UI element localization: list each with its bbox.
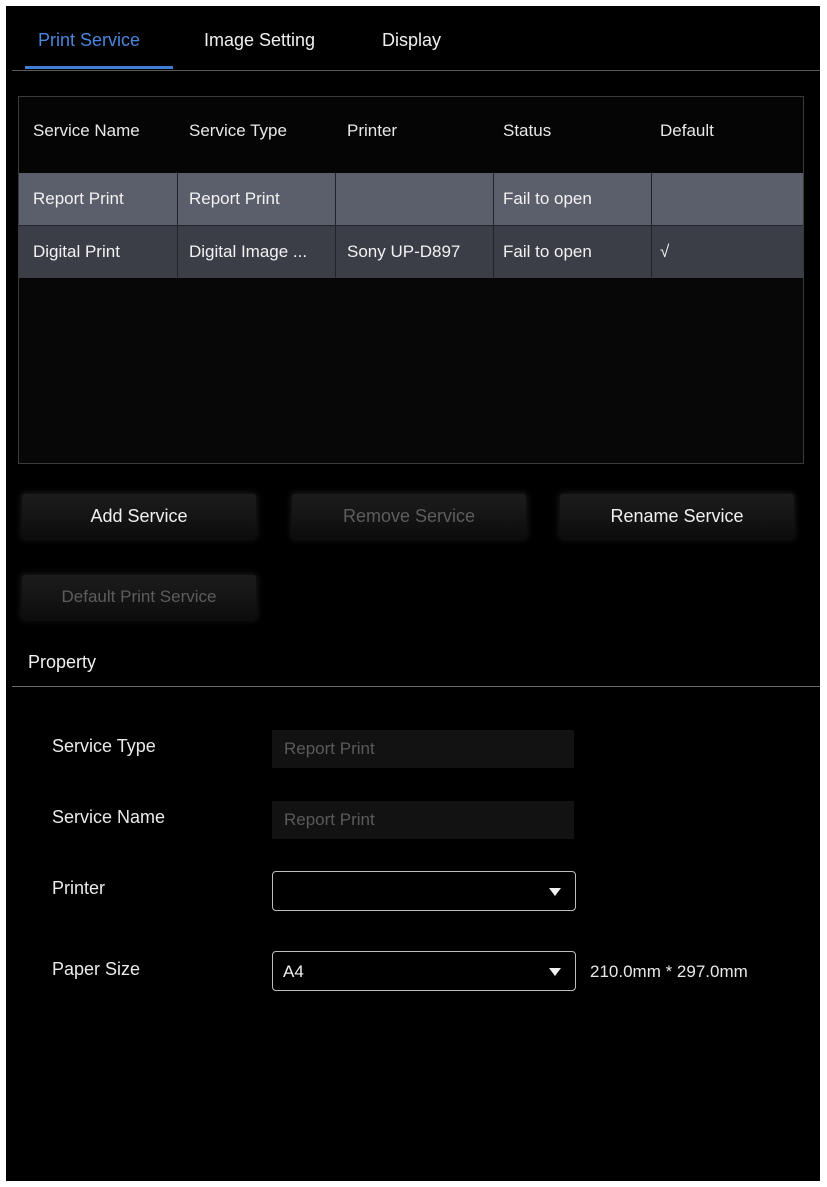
service-table: Service Name Service Type Printer Status… — [18, 96, 804, 464]
check-icon: √ — [660, 242, 670, 261]
cell-printer — [347, 173, 497, 225]
table-header: Service Name Service Type Printer Status… — [19, 97, 803, 173]
column-divider — [177, 226, 178, 278]
rename-service-button[interactable]: Rename Service — [560, 494, 794, 538]
column-header-service-type[interactable]: Service Type — [189, 121, 287, 141]
remove-service-button[interactable]: Remove Service — [292, 494, 526, 538]
printer-label: Printer — [52, 878, 106, 898]
cell-service-name: Report Print — [33, 189, 124, 208]
paper-size-select[interactable]: A4 — [272, 951, 576, 991]
paper-dimensions-text: 210.0mm * 297.0mm — [590, 962, 748, 981]
column-header-service-name[interactable]: Service Name — [33, 121, 140, 141]
chevron-down-icon — [549, 888, 561, 896]
printer-select[interactable] — [272, 871, 576, 911]
service-name-field: Report Print — [272, 801, 574, 839]
column-divider — [493, 226, 494, 278]
column-divider — [493, 173, 494, 225]
tab-print-service[interactable]: Print Service — [38, 28, 140, 52]
service-name-label: Service Name — [52, 807, 166, 827]
property-section-title: Property — [28, 652, 97, 672]
column-divider — [335, 173, 336, 225]
section-divider — [12, 686, 820, 687]
cell-status: Fail to open — [503, 189, 592, 208]
service-type-label: Service Type — [52, 736, 156, 756]
add-service-button[interactable]: Add Service — [22, 494, 256, 538]
table-row[interactable]: Digital Print Digital Image ... Sony UP-… — [19, 226, 803, 278]
chevron-down-icon — [549, 968, 561, 976]
column-divider — [651, 173, 652, 225]
active-tab-indicator — [25, 66, 173, 69]
paper-size-label: Paper Size — [52, 959, 141, 979]
column-divider — [651, 226, 652, 278]
cell-service-name: Digital Print — [33, 242, 120, 261]
tab-image-setting[interactable]: Image Setting — [204, 28, 315, 52]
cell-status: Fail to open — [503, 242, 592, 261]
service-type-field: Report Print — [272, 730, 574, 768]
column-divider — [335, 226, 336, 278]
column-header-status[interactable]: Status — [503, 121, 551, 141]
table-row[interactable]: Report Print Report Print Fail to open — [19, 173, 803, 225]
default-print-service-button[interactable]: Default Print Service — [22, 575, 256, 619]
cell-service-type: Digital Image ... — [189, 242, 308, 261]
cell-service-type: Report Print — [189, 189, 280, 208]
print-settings-panel: Print Service Image Setting Display Serv… — [6, 6, 820, 1181]
cell-printer: Sony UP-D897 — [347, 242, 461, 261]
column-header-printer[interactable]: Printer — [347, 121, 397, 141]
cell-default — [660, 173, 800, 225]
tab-bar: Print Service Image Setting Display — [12, 6, 820, 71]
column-divider — [177, 173, 178, 225]
tab-display[interactable]: Display — [382, 28, 441, 52]
paper-size-select-value: A4 — [283, 962, 304, 981]
column-header-default[interactable]: Default — [660, 121, 714, 141]
